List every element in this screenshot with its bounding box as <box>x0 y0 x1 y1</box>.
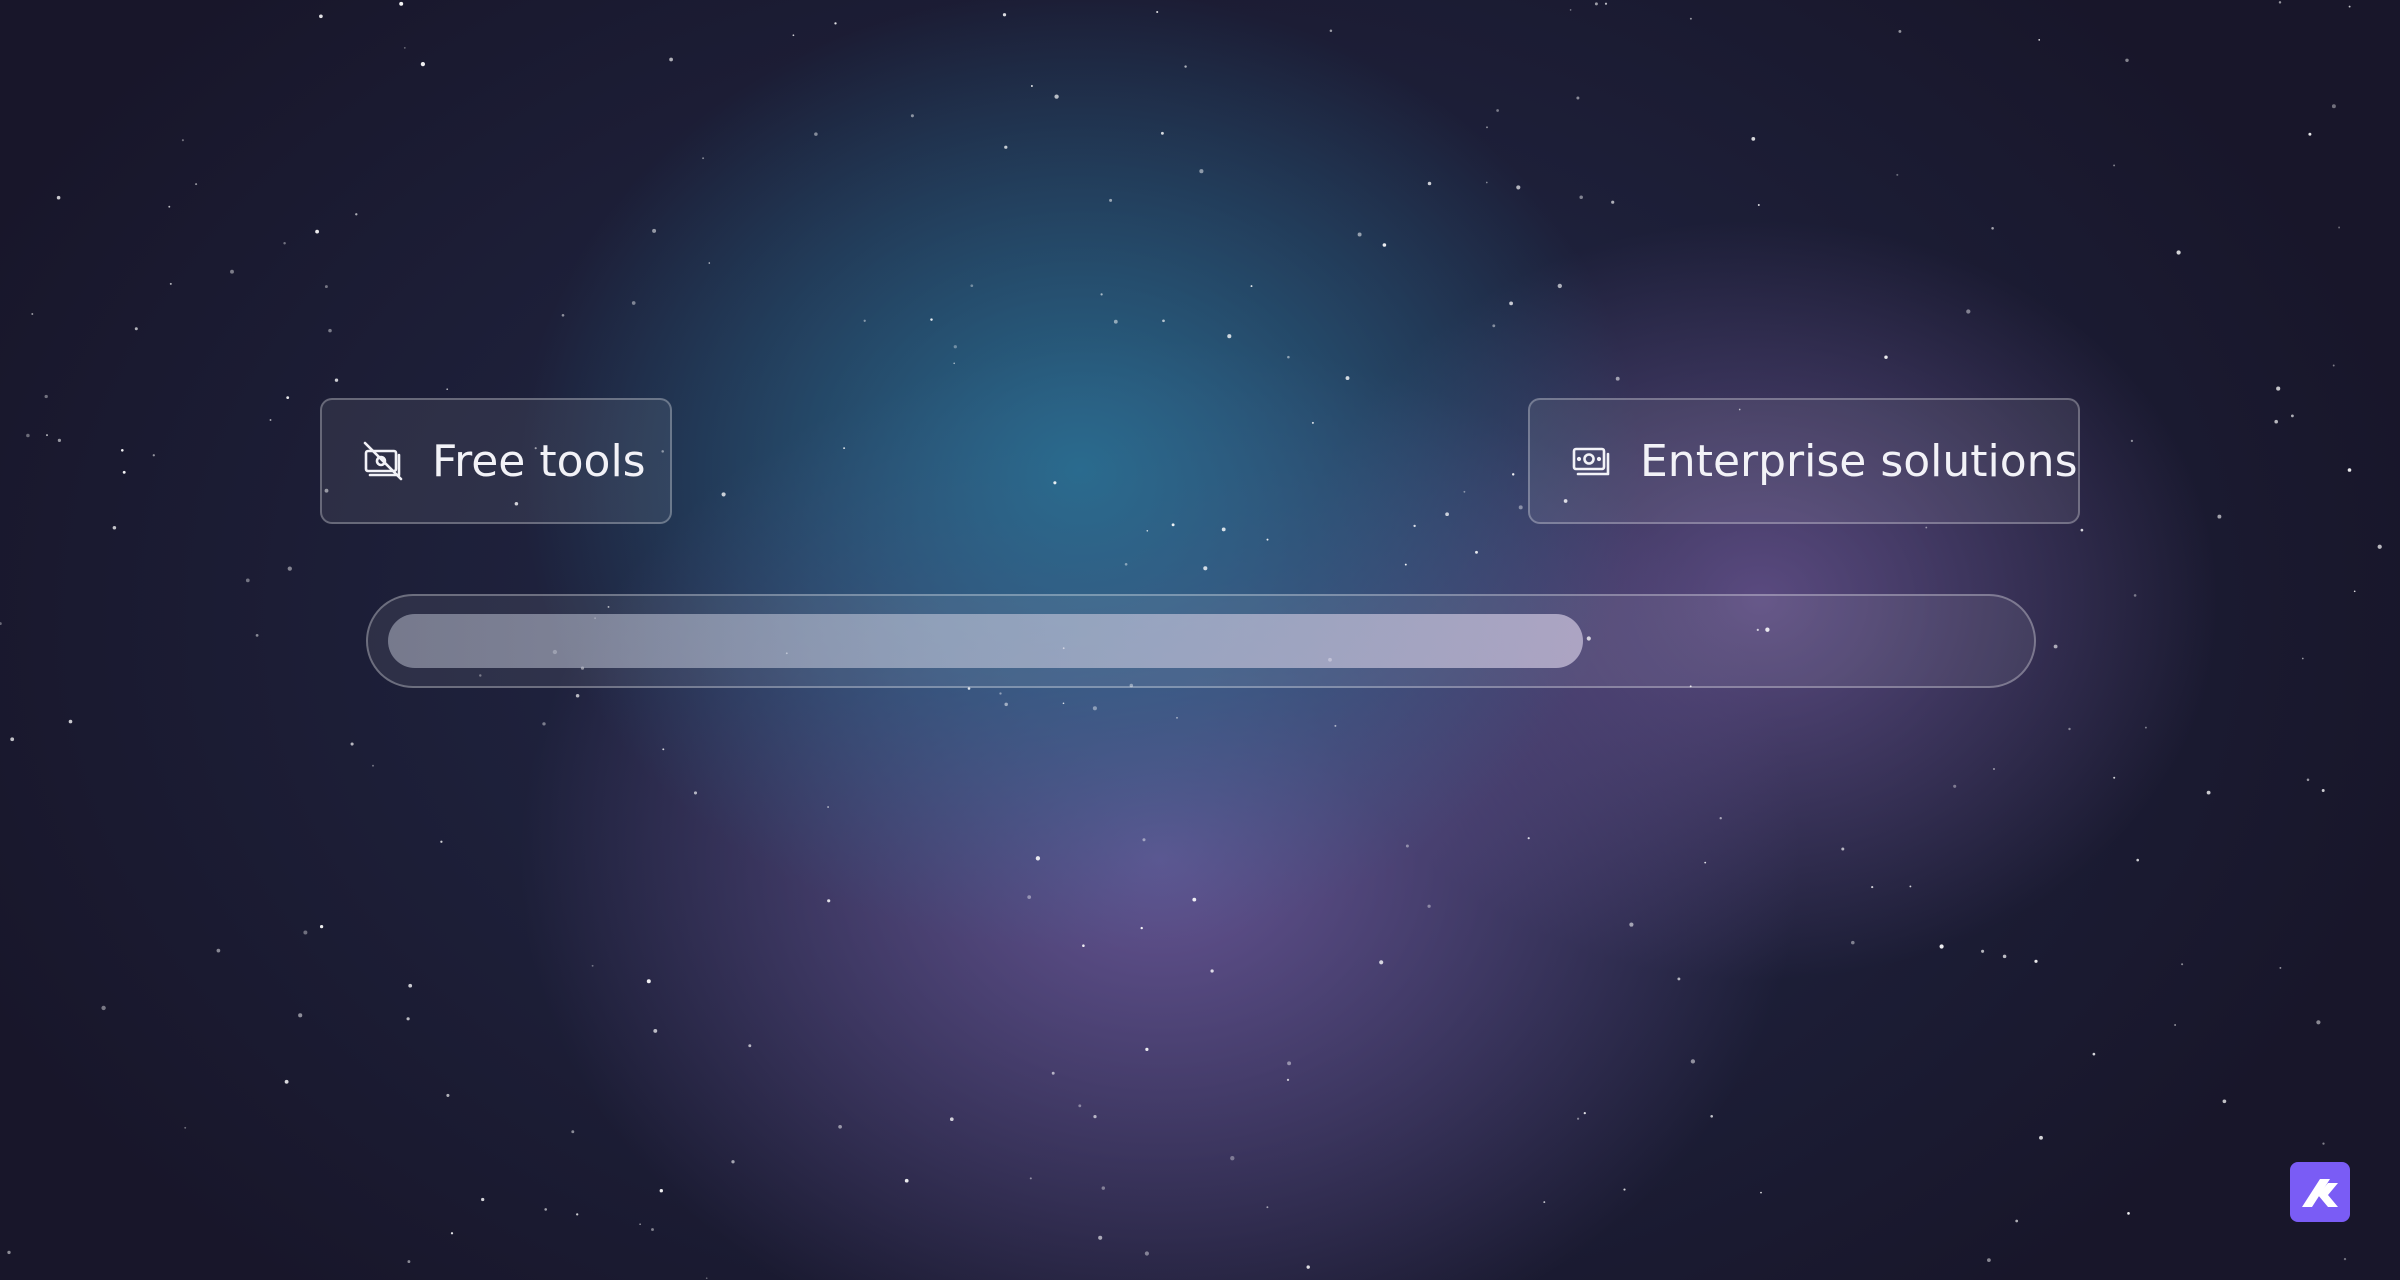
plan-slider[interactable] <box>366 594 2036 688</box>
enterprise-solutions-label: Enterprise solutions <box>1528 398 2080 524</box>
money-off-icon <box>362 440 404 482</box>
money-icon <box>1570 440 1612 482</box>
slider-fill[interactable] <box>388 614 1583 668</box>
free-tools-label: Free tools <box>320 398 672 524</box>
enterprise-solutions-text: Enterprise solutions <box>1640 435 2078 487</box>
free-tools-text: Free tools <box>432 435 646 487</box>
brand-logo-icon[interactable] <box>2290 1162 2350 1222</box>
